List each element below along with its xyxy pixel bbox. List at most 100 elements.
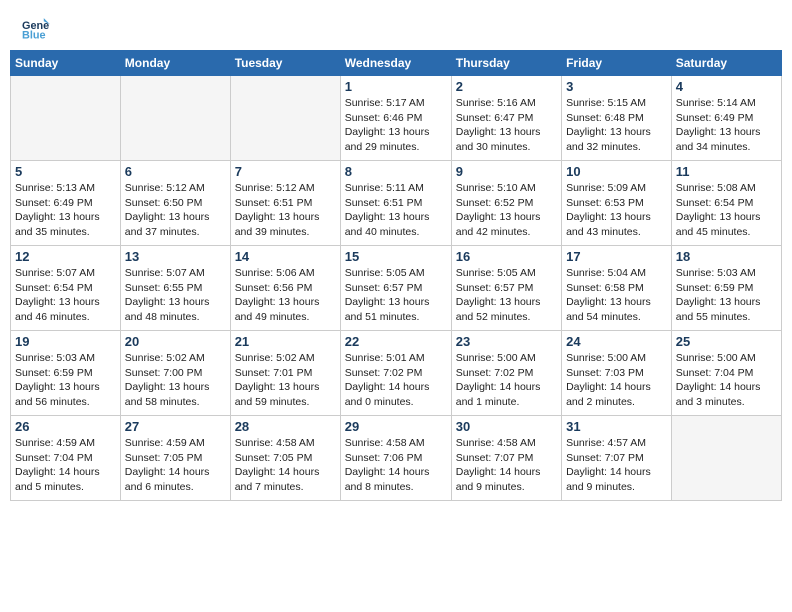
calendar-day-cell: 5 Sunrise: 5:13 AMSunset: 6:49 PMDaylight… bbox=[11, 161, 121, 246]
day-number: 18 bbox=[676, 249, 777, 264]
day-number: 15 bbox=[345, 249, 447, 264]
day-info: Sunrise: 5:15 AMSunset: 6:48 PMDaylight:… bbox=[566, 96, 667, 155]
day-number: 3 bbox=[566, 79, 667, 94]
calendar-day-header: Wednesday bbox=[340, 51, 451, 76]
day-number: 13 bbox=[125, 249, 226, 264]
day-number: 24 bbox=[566, 334, 667, 349]
day-number: 14 bbox=[235, 249, 336, 264]
calendar-day-cell: 18 Sunrise: 5:03 AMSunset: 6:59 PMDayligh… bbox=[671, 246, 781, 331]
calendar-day-cell: 23 Sunrise: 5:00 AMSunset: 7:02 PMDayligh… bbox=[451, 331, 561, 416]
day-info: Sunrise: 5:01 AMSunset: 7:02 PMDaylight:… bbox=[345, 351, 447, 410]
calendar-day-header: Sunday bbox=[11, 51, 121, 76]
day-info: Sunrise: 5:03 AMSunset: 6:59 PMDaylight:… bbox=[676, 266, 777, 325]
day-number: 5 bbox=[15, 164, 116, 179]
calendar-day-cell: 21 Sunrise: 5:02 AMSunset: 7:01 PMDayligh… bbox=[230, 331, 340, 416]
day-info: Sunrise: 5:02 AMSunset: 7:01 PMDaylight:… bbox=[235, 351, 336, 410]
day-number: 27 bbox=[125, 419, 226, 434]
day-number: 26 bbox=[15, 419, 116, 434]
day-info: Sunrise: 4:59 AMSunset: 7:05 PMDaylight:… bbox=[125, 436, 226, 495]
day-info: Sunrise: 5:12 AMSunset: 6:51 PMDaylight:… bbox=[235, 181, 336, 240]
day-number: 12 bbox=[15, 249, 116, 264]
day-number: 11 bbox=[676, 164, 777, 179]
calendar-day-cell: 12 Sunrise: 5:07 AMSunset: 6:54 PMDayligh… bbox=[11, 246, 121, 331]
day-number: 9 bbox=[456, 164, 557, 179]
day-info: Sunrise: 5:09 AMSunset: 6:53 PMDaylight:… bbox=[566, 181, 667, 240]
day-number: 30 bbox=[456, 419, 557, 434]
calendar-day-cell: 9 Sunrise: 5:10 AMSunset: 6:52 PMDaylight… bbox=[451, 161, 561, 246]
day-info: Sunrise: 5:04 AMSunset: 6:58 PMDaylight:… bbox=[566, 266, 667, 325]
day-info: Sunrise: 4:58 AMSunset: 7:07 PMDaylight:… bbox=[456, 436, 557, 495]
calendar-day-cell: 4 Sunrise: 5:14 AMSunset: 6:49 PMDaylight… bbox=[671, 76, 781, 161]
calendar-day-cell: 7 Sunrise: 5:12 AMSunset: 6:51 PMDaylight… bbox=[230, 161, 340, 246]
calendar-table: SundayMondayTuesdayWednesdayThursdayFrid… bbox=[10, 50, 782, 501]
calendar-day-cell: 11 Sunrise: 5:08 AMSunset: 6:54 PMDayligh… bbox=[671, 161, 781, 246]
calendar-day-cell bbox=[120, 76, 230, 161]
day-number: 19 bbox=[15, 334, 116, 349]
calendar-day-cell: 1Sunrise: 5:17 AMSunset: 6:46 PMDaylight… bbox=[340, 76, 451, 161]
day-info: Sunrise: 5:07 AMSunset: 6:55 PMDaylight:… bbox=[125, 266, 226, 325]
day-number: 21 bbox=[235, 334, 336, 349]
calendar-day-cell: 27 Sunrise: 4:59 AMSunset: 7:05 PMDayligh… bbox=[120, 416, 230, 501]
day-info: Sunrise: 5:07 AMSunset: 6:54 PMDaylight:… bbox=[15, 266, 116, 325]
day-info: Sunrise: 4:57 AMSunset: 7:07 PMDaylight:… bbox=[566, 436, 667, 495]
day-number: 28 bbox=[235, 419, 336, 434]
calendar-day-cell: 16Sunrise: 5:05 AMSunset: 6:57 PMDayligh… bbox=[451, 246, 561, 331]
day-number: 20 bbox=[125, 334, 226, 349]
calendar-day-cell: 2 Sunrise: 5:16 AMSunset: 6:47 PMDaylight… bbox=[451, 76, 561, 161]
calendar-day-cell: 22 Sunrise: 5:01 AMSunset: 7:02 PMDayligh… bbox=[340, 331, 451, 416]
day-number: 17 bbox=[566, 249, 667, 264]
day-number: 10 bbox=[566, 164, 667, 179]
day-number: 8 bbox=[345, 164, 447, 179]
calendar-day-cell: 29 Sunrise: 4:58 AMSunset: 7:06 PMDayligh… bbox=[340, 416, 451, 501]
day-info: Sunrise: 5:06 AMSunset: 6:56 PMDaylight:… bbox=[235, 266, 336, 325]
calendar-day-cell: 3 Sunrise: 5:15 AMSunset: 6:48 PMDaylight… bbox=[562, 76, 672, 161]
day-info: Sunrise: 5:10 AMSunset: 6:52 PMDaylight:… bbox=[456, 181, 557, 240]
calendar-header-row: SundayMondayTuesdayWednesdayThursdayFrid… bbox=[11, 51, 782, 76]
day-number: 23 bbox=[456, 334, 557, 349]
day-info: Sunrise: 4:59 AMSunset: 7:04 PMDaylight:… bbox=[15, 436, 116, 495]
day-number: 29 bbox=[345, 419, 447, 434]
day-info: Sunrise: 5:16 AMSunset: 6:47 PMDaylight:… bbox=[456, 96, 557, 155]
calendar-week-row: 12 Sunrise: 5:07 AMSunset: 6:54 PMDayligh… bbox=[11, 246, 782, 331]
calendar-day-cell: 13 Sunrise: 5:07 AMSunset: 6:55 PMDayligh… bbox=[120, 246, 230, 331]
calendar-day-cell: 25Sunrise: 5:00 AMSunset: 7:04 PMDayligh… bbox=[671, 331, 781, 416]
calendar-day-cell: 24 Sunrise: 5:00 AMSunset: 7:03 PMDayligh… bbox=[562, 331, 672, 416]
calendar-day-header: Monday bbox=[120, 51, 230, 76]
day-info: Sunrise: 5:03 AMSunset: 6:59 PMDaylight:… bbox=[15, 351, 116, 410]
calendar-day-header: Thursday bbox=[451, 51, 561, 76]
calendar-day-cell: 26 Sunrise: 4:59 AMSunset: 7:04 PMDayligh… bbox=[11, 416, 121, 501]
day-info: Sunrise: 5:13 AMSunset: 6:49 PMDaylight:… bbox=[15, 181, 116, 240]
calendar-week-row: 1Sunrise: 5:17 AMSunset: 6:46 PMDaylight… bbox=[11, 76, 782, 161]
day-info: Sunrise: 5:08 AMSunset: 6:54 PMDaylight:… bbox=[676, 181, 777, 240]
calendar-week-row: 19 Sunrise: 5:03 AMSunset: 6:59 PMDayligh… bbox=[11, 331, 782, 416]
day-number: 4 bbox=[676, 79, 777, 94]
day-info: Sunrise: 4:58 AMSunset: 7:06 PMDaylight:… bbox=[345, 436, 447, 495]
day-number: 1 bbox=[345, 79, 447, 94]
day-info: Sunrise: 5:02 AMSunset: 7:00 PMDaylight:… bbox=[125, 351, 226, 410]
day-info: Sunrise: 5:05 AMSunset: 6:57 PMDaylight:… bbox=[456, 266, 557, 325]
page-header: General Blue bbox=[10, 10, 782, 44]
day-number: 7 bbox=[235, 164, 336, 179]
calendar-day-cell bbox=[671, 416, 781, 501]
day-number: 2 bbox=[456, 79, 557, 94]
calendar-day-header: Friday bbox=[562, 51, 672, 76]
day-info: Sunrise: 5:14 AMSunset: 6:49 PMDaylight:… bbox=[676, 96, 777, 155]
calendar-day-cell: 28Sunrise: 4:58 AMSunset: 7:05 PMDayligh… bbox=[230, 416, 340, 501]
calendar-day-cell: 19 Sunrise: 5:03 AMSunset: 6:59 PMDayligh… bbox=[11, 331, 121, 416]
day-info: Sunrise: 5:11 AMSunset: 6:51 PMDaylight:… bbox=[345, 181, 447, 240]
svg-text:Blue: Blue bbox=[22, 29, 46, 40]
calendar-day-cell: 30 Sunrise: 4:58 AMSunset: 7:07 PMDayligh… bbox=[451, 416, 561, 501]
calendar-week-row: 26 Sunrise: 4:59 AMSunset: 7:04 PMDayligh… bbox=[11, 416, 782, 501]
day-number: 31 bbox=[566, 419, 667, 434]
day-info: Sunrise: 5:12 AMSunset: 6:50 PMDaylight:… bbox=[125, 181, 226, 240]
day-info: Sunrise: 5:00 AMSunset: 7:03 PMDaylight:… bbox=[566, 351, 667, 410]
day-info: Sunrise: 5:00 AMSunset: 7:02 PMDaylight:… bbox=[456, 351, 557, 410]
day-number: 25 bbox=[676, 334, 777, 349]
logo-icon: General Blue bbox=[22, 18, 50, 40]
calendar-day-cell: 8 Sunrise: 5:11 AMSunset: 6:51 PMDaylight… bbox=[340, 161, 451, 246]
calendar-day-cell bbox=[11, 76, 121, 161]
logo: General Blue bbox=[20, 18, 54, 40]
calendar-day-cell: 14 Sunrise: 5:06 AMSunset: 6:56 PMDayligh… bbox=[230, 246, 340, 331]
day-number: 22 bbox=[345, 334, 447, 349]
calendar-day-cell: 6Sunrise: 5:12 AMSunset: 6:50 PMDaylight… bbox=[120, 161, 230, 246]
